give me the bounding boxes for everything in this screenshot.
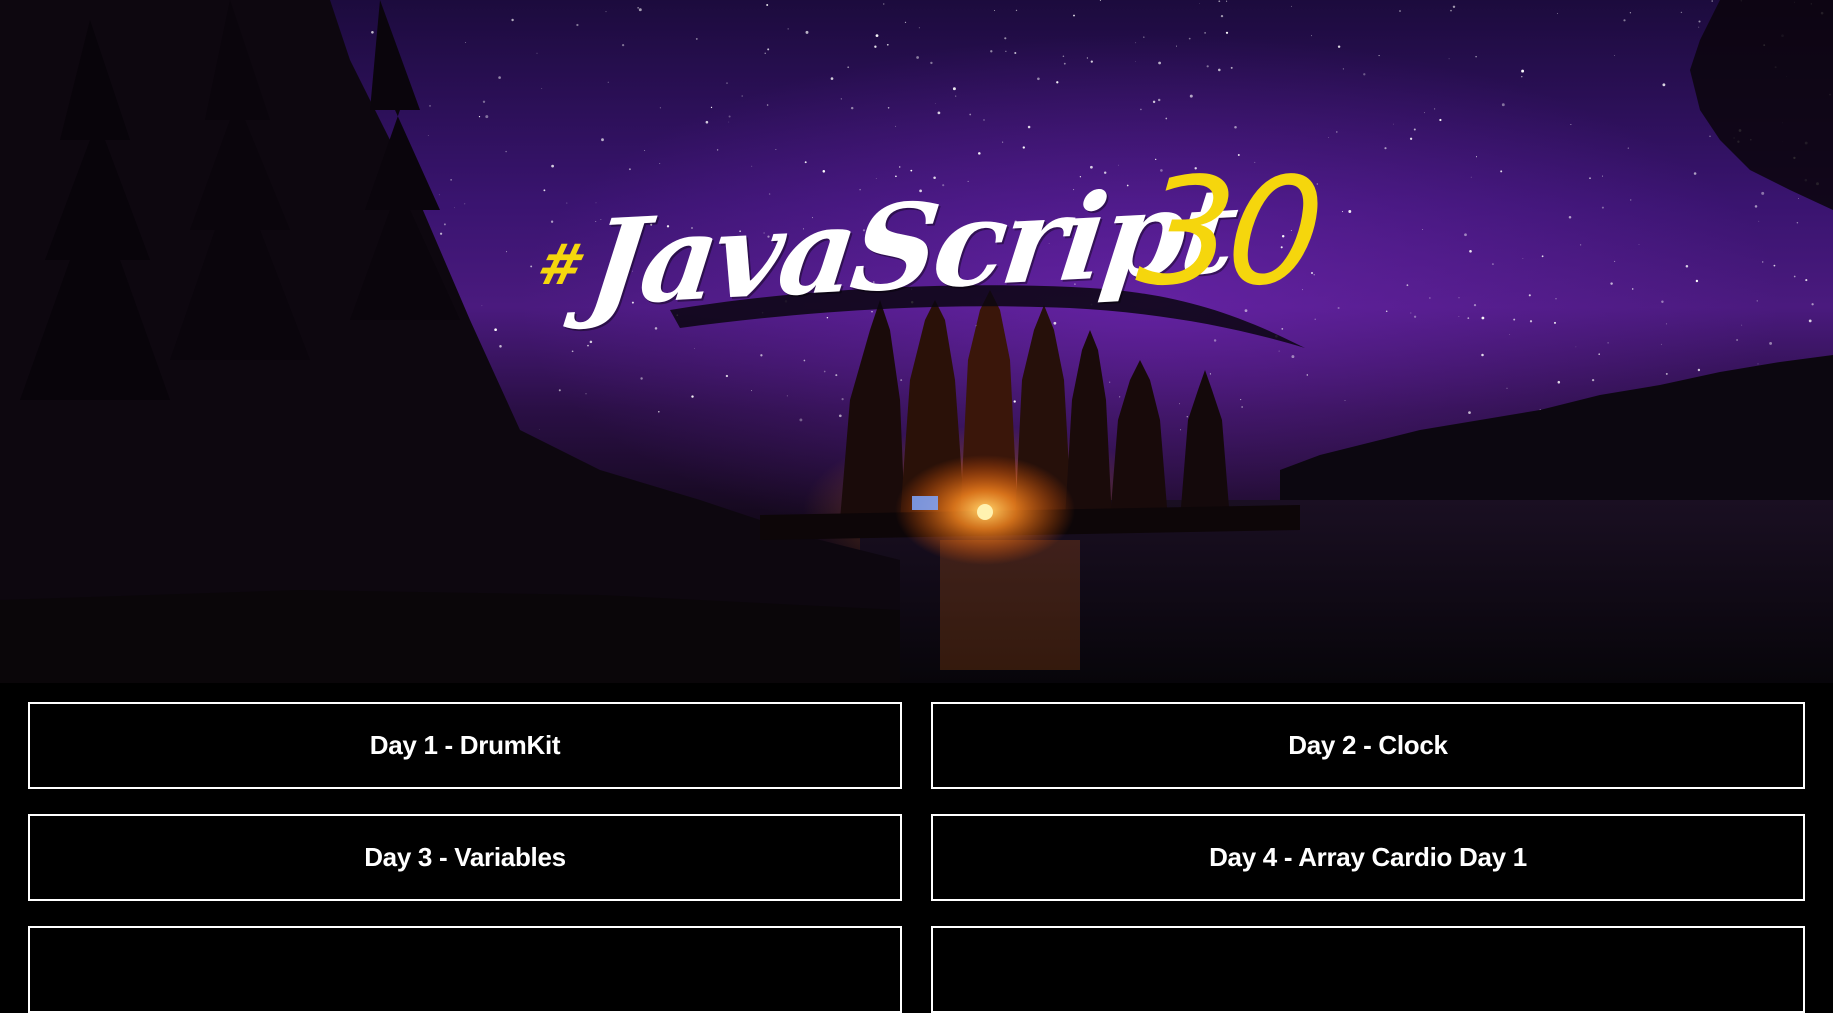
day-card-label: Day 4 - Array Cardio Day 1 bbox=[1209, 842, 1527, 872]
hero-banner: # JavaScript 30 bbox=[0, 0, 1833, 683]
day-card-4[interactable]: Day 4 - Array Cardio Day 1 bbox=[931, 814, 1805, 901]
javascript30-logo: # JavaScript 30 bbox=[530, 146, 1325, 350]
day-card-5[interactable] bbox=[28, 926, 902, 1013]
day-card-2[interactable]: Day 2 - Clock bbox=[931, 702, 1805, 789]
day-card-3[interactable]: Day 3 - Variables bbox=[28, 814, 902, 901]
day-list: Day 1 - DrumKit Day 2 - Clock Day 3 - Va… bbox=[0, 683, 1833, 1013]
day-card-1[interactable]: Day 1 - DrumKit bbox=[28, 702, 902, 789]
day-card-6[interactable] bbox=[931, 926, 1805, 1013]
logo-number-30: 30 bbox=[1130, 146, 1326, 318]
day-card-label: Day 1 - DrumKit bbox=[369, 730, 561, 760]
day-card-label: Day 3 - Variables bbox=[364, 842, 566, 872]
day-card-label: Day 2 - Clock bbox=[1288, 730, 1448, 760]
